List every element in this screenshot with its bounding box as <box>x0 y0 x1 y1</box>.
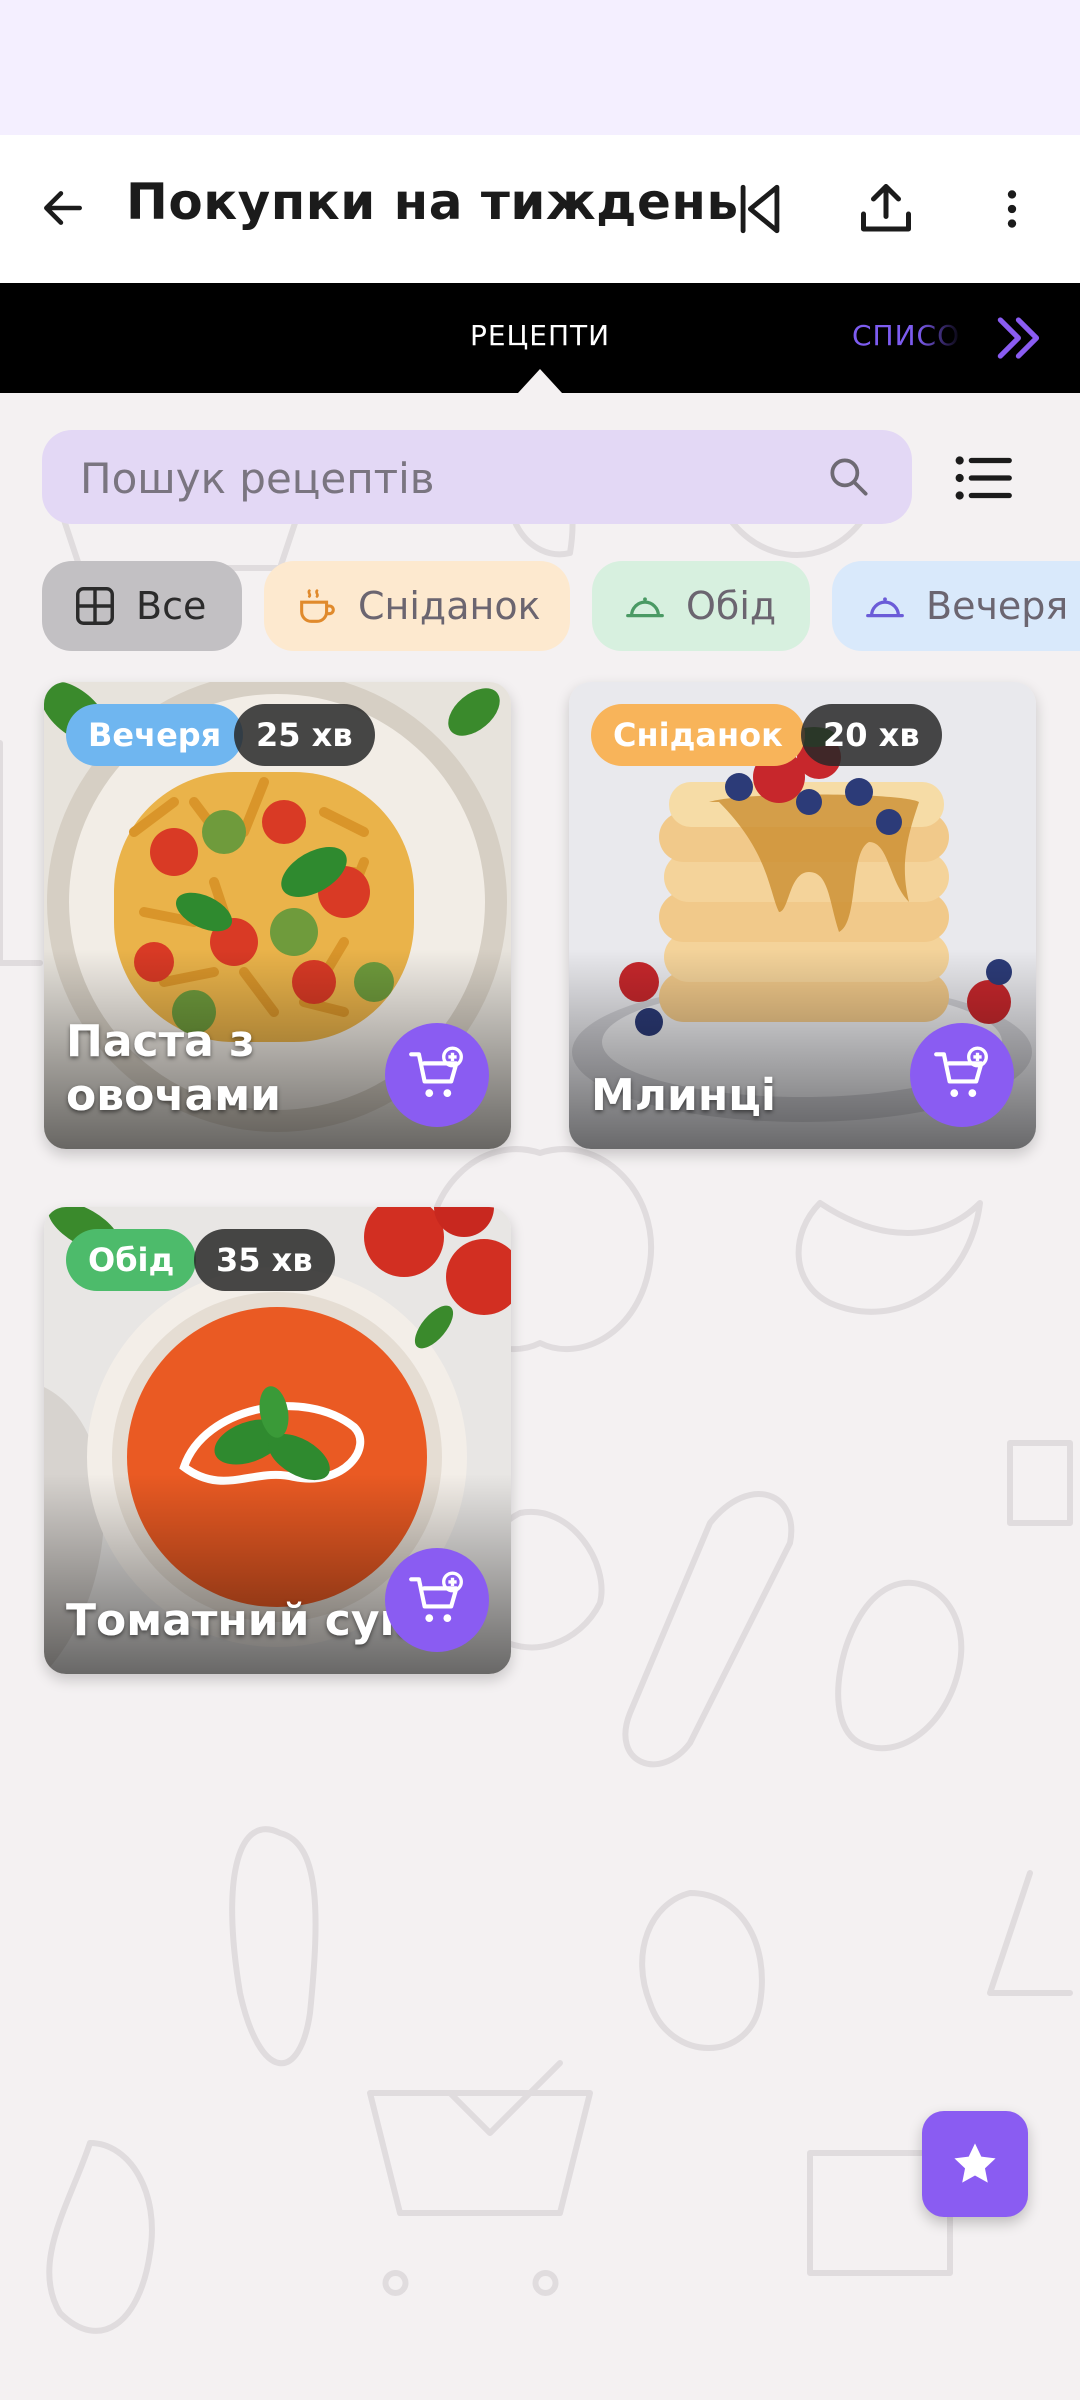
cloche-icon <box>866 597 904 618</box>
page-title: Покупки на тиждень <box>126 173 739 231</box>
filter-chip-lunch[interactable]: Обід <box>592 561 810 651</box>
filter-chip-label: Вечеря <box>926 584 1069 628</box>
favorites-fab[interactable] <box>922 2111 1028 2217</box>
category-badge: Обід <box>66 1229 197 1291</box>
filter-chip-dinner[interactable]: Вечеря <box>832 561 1080 651</box>
search-icon <box>830 458 868 496</box>
time-badge: 25 хв <box>234 704 375 766</box>
category-badge: Сніданок <box>591 704 805 766</box>
add-to-cart-button[interactable] <box>385 1548 489 1652</box>
recipe-card-tomato-soup[interactable]: Обід 35 хв Томатний суп <box>44 1207 511 1674</box>
more-vert-icon <box>1007 190 1017 228</box>
cart-add-icon <box>409 1046 463 1097</box>
time-badge: 35 хв <box>194 1229 335 1291</box>
status-bar <box>0 0 1080 135</box>
star-icon <box>954 2143 996 2183</box>
cart-add-icon <box>409 1571 463 1622</box>
recipe-card-pasta[interactable]: Вечеря 25 хв Паста з овочами <box>44 682 511 1149</box>
double-chevron-right-icon[interactable] <box>990 307 1052 369</box>
share-icon <box>861 184 911 232</box>
tab-list[interactable]: СПИСОК <box>852 319 962 352</box>
filter-chip-label: Обід <box>686 584 777 628</box>
search-placeholder: Пошук рецептів <box>80 454 435 503</box>
back-arrow-icon <box>44 191 82 225</box>
category-badge: Вечеря <box>66 704 244 766</box>
skip-back-button[interactable] <box>724 173 796 245</box>
add-to-cart-button[interactable] <box>910 1023 1014 1127</box>
skip-back-icon <box>740 184 780 234</box>
coffee-cup-icon <box>300 589 335 623</box>
tab-strip: РЕЦЕПТИ СПИСОК <box>0 283 1080 393</box>
filter-chips: Все Сніданок Обід Вечеря <box>42 561 1080 651</box>
recipe-name: Млинці <box>591 1070 776 1121</box>
back-button[interactable] <box>30 175 96 241</box>
more-options-button[interactable] <box>976 173 1048 245</box>
recipe-name: Паста з овочами <box>66 1016 281 1121</box>
grid-icon <box>76 587 114 625</box>
search-input[interactable]: Пошук рецептів <box>42 430 912 524</box>
filter-chip-breakfast[interactable]: Сніданок <box>264 561 570 651</box>
filter-chip-label: Сніданок <box>358 584 541 628</box>
cart-add-icon <box>934 1046 988 1097</box>
app-bar: Покупки на тиждень <box>0 135 1080 283</box>
add-to-cart-button[interactable] <box>385 1023 489 1127</box>
filter-chip-label: Все <box>136 584 207 628</box>
time-badge: 20 хв <box>801 704 942 766</box>
share-button[interactable] <box>850 173 922 245</box>
filter-chip-all[interactable]: Все <box>42 561 242 651</box>
tab-indicator <box>518 369 562 393</box>
recipe-card-pancakes[interactable]: Сніданок 20 хв Млинці <box>569 682 1036 1149</box>
tab-recipes[interactable]: РЕЦЕПТИ <box>420 319 660 352</box>
list-view-icon[interactable] <box>948 443 1018 513</box>
cloche-icon <box>626 597 664 618</box>
recipes-content: Пошук рецептів Все Сніданок Обід Вечеря … <box>0 393 1080 2400</box>
